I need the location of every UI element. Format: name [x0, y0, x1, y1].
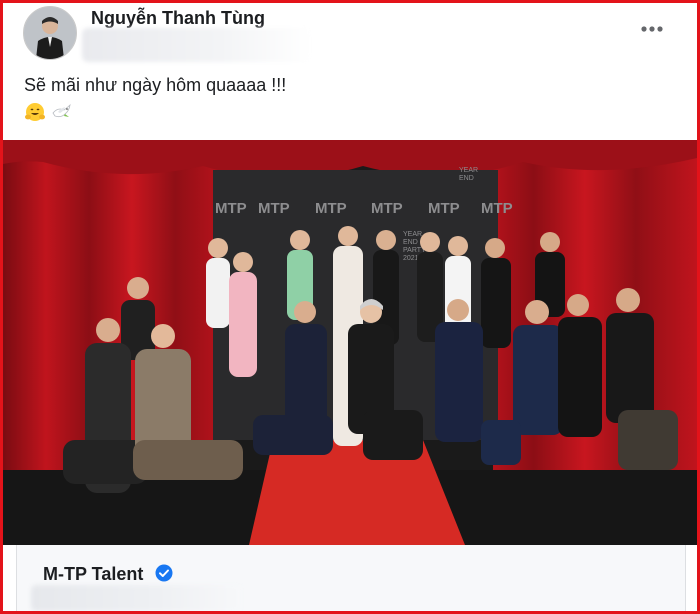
- caption-emojis: [24, 100, 72, 124]
- more-horizontal-icon: [641, 26, 663, 32]
- author-avatar[interactable]: [23, 6, 77, 60]
- backdrop-logo: MTP: [428, 200, 460, 217]
- backdrop-logo: MTP: [315, 200, 347, 217]
- backdrop-logo: MTP: [258, 200, 290, 217]
- shared-page-meta-blurred: [31, 585, 241, 611]
- author-name[interactable]: Nguyễn Thanh Tùng: [91, 8, 265, 29]
- dove-emoji: [52, 103, 71, 118]
- backdrop-event-line: YEAR: [459, 167, 478, 174]
- post-photo[interactable]: MTP MTP MTP MTP MTP MTP YEAR END YEAR EN…: [3, 140, 697, 545]
- post-caption: Sẽ mãi như ngày hôm quaaaa !!!: [24, 75, 287, 95]
- backdrop-event-line: END: [403, 239, 418, 246]
- backdrop-event-line: YEAR: [403, 231, 422, 238]
- verified-badge-icon: [155, 564, 173, 582]
- post-meta-blurred: [82, 28, 312, 62]
- backdrop-logo: MTP: [371, 200, 403, 217]
- backdrop-event-line: 2021: [403, 255, 419, 262]
- backdrop-logo: MTP: [215, 200, 247, 217]
- hugging-face-emoji: [25, 103, 45, 121]
- backdrop-event-line: END: [459, 175, 474, 182]
- backdrop-logo: MTP: [481, 200, 513, 217]
- shared-page-card[interactable]: M-TP Talent: [16, 545, 686, 614]
- post-header: Nguyễn Thanh Tùng: [18, 4, 688, 64]
- shared-page-name[interactable]: M-TP Talent: [43, 564, 143, 585]
- more-options-button[interactable]: [638, 18, 666, 40]
